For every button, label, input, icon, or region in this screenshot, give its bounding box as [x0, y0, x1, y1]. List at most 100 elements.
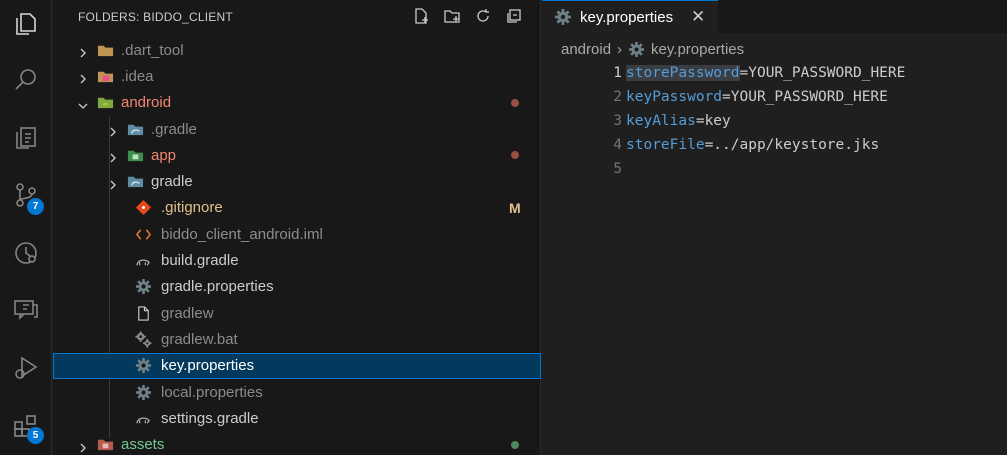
source-control-button[interactable]: 7 — [0, 171, 52, 219]
refresh-button[interactable] — [472, 5, 494, 27]
source-control-badge: 7 — [27, 198, 44, 215]
tree-folder-row[interactable]: android — [53, 90, 541, 116]
tree-file-row[interactable]: gradle.properties — [53, 274, 541, 300]
property-key: keyAlias — [626, 113, 696, 129]
property-key: storePassword — [626, 65, 740, 81]
collapse-all-button[interactable] — [503, 5, 525, 27]
chat-icon — [14, 300, 38, 320]
chevron-right-icon[interactable] — [78, 440, 88, 453]
explorer-icon — [16, 13, 36, 35]
property-key: storeFile — [626, 137, 705, 153]
modified-dot — [511, 98, 519, 107]
chevron-right-icon[interactable] — [78, 71, 88, 84]
tree-item-label: settings.gradle — [161, 409, 259, 427]
chat-button[interactable] — [0, 286, 52, 334]
idea-folder-icon — [96, 67, 114, 85]
tree-file-row[interactable]: gradlew — [53, 300, 541, 326]
assets-folder-icon — [96, 436, 114, 454]
property-key: keyPassword — [626, 89, 723, 105]
modified-dot — [511, 151, 519, 160]
gear-icon — [554, 8, 572, 26]
chevron-right-icon[interactable] — [108, 124, 118, 137]
new-folder-button[interactable] — [441, 5, 463, 27]
tree-file-row[interactable]: biddo_client_android.iml — [53, 221, 541, 247]
folder-icon — [96, 41, 114, 59]
tree-folder-row[interactable]: .dart_tool — [53, 37, 541, 63]
tree-file-row[interactable]: settings.gradle — [53, 405, 541, 431]
new-file-button[interactable] — [410, 5, 432, 27]
explorer-button[interactable] — [0, 0, 52, 48]
app-folder-icon — [126, 146, 144, 164]
timeline-icon — [15, 242, 37, 264]
gear-icon — [134, 357, 152, 375]
tab-close-button[interactable]: ✕ — [691, 7, 705, 27]
tree-folder-row[interactable]: gradle — [53, 168, 541, 194]
tab-label: key.properties — [580, 9, 674, 26]
new-file-icon — [415, 8, 428, 24]
tree-item-label: gradlew.bat — [161, 330, 238, 348]
android-folder-icon — [96, 94, 114, 112]
gears-icon — [134, 330, 152, 348]
run-debug-button[interactable] — [0, 344, 52, 392]
tree-item-label: .gitignore — [161, 199, 223, 217]
tree-item-label: app — [151, 146, 177, 164]
tree-folder-row[interactable]: assets — [53, 431, 541, 455]
extensions-badge: 5 — [27, 427, 44, 444]
timeline-button[interactable] — [0, 229, 52, 277]
gear-icon — [134, 383, 152, 401]
code-line[interactable]: 4 storeFile=../app/keystore.jks — [542, 134, 1007, 158]
file-tree: .dart_tool .idea android .gradle app gradle .g… — [53, 37, 541, 455]
tree-file-row[interactable]: .gitignore M — [53, 195, 541, 221]
chevron-right-icon[interactable] — [78, 45, 88, 58]
chevron-right-icon[interactable] — [108, 150, 118, 163]
chevron-down-icon[interactable] — [78, 98, 88, 109]
tree-item-label: .dart_tool — [121, 41, 184, 59]
tab-key-properties[interactable]: key.properties ✕ — [542, 0, 718, 33]
breadcrumb: android › key.properties — [561, 41, 744, 58]
tree-file-row[interactable]: local.properties — [53, 379, 541, 405]
code-line[interactable]: 2 keyPassword=YOUR_PASSWORD_HERE — [542, 86, 1007, 110]
tree-item-label: gradle.properties — [161, 278, 274, 296]
line-content: keyPassword=YOUR_PASSWORD_HERE — [626, 89, 888, 105]
refresh-icon — [477, 9, 489, 22]
code-line[interactable]: 1 storePassword=YOUR_PASSWORD_HERE — [542, 62, 1007, 86]
testing-button[interactable] — [0, 113, 52, 161]
run-debug-icon — [15, 356, 38, 379]
tree-item-label: biddo_client_android.iml — [161, 225, 323, 243]
testing-icon — [16, 127, 36, 149]
line-content: storePassword=YOUR_PASSWORD_HERE — [626, 65, 905, 81]
line-number: 3 — [613, 113, 622, 129]
tree-file-row[interactable]: key.properties — [53, 352, 541, 379]
gradle-icon — [134, 409, 152, 427]
tree-folder-row[interactable]: app — [53, 142, 541, 168]
property-value: =key — [695, 113, 731, 129]
property-value: =YOUR_PASSWORD_HERE — [739, 65, 906, 81]
code-editor[interactable]: 1 storePassword=YOUR_PASSWORD_HERE 2 keyPas… — [542, 62, 1007, 182]
tree-file-row[interactable]: build.gradle — [53, 247, 541, 273]
line-number: 5 — [613, 161, 622, 177]
code-line[interactable]: 5 — [542, 158, 1007, 182]
extensions-button[interactable]: 5 — [0, 402, 52, 450]
breadcrumb-file[interactable]: key.properties — [651, 41, 744, 58]
tree-file-row[interactable]: gradlew.bat — [53, 326, 541, 352]
tree-item-label: local.properties — [161, 383, 263, 401]
gradle-icon — [134, 252, 152, 270]
tree-folder-row[interactable]: .idea — [53, 63, 541, 89]
search-button[interactable] — [0, 56, 52, 104]
chevron-right-icon[interactable] — [108, 177, 118, 190]
activity-bar: 7 5 — [0, 0, 52, 455]
tree-item-label: gradle — [151, 173, 193, 191]
tree-item-label: assets — [121, 436, 165, 454]
property-value: =YOUR_PASSWORD_HERE — [722, 89, 888, 105]
modified-dot — [511, 440, 519, 449]
gear-icon — [628, 41, 645, 58]
tree-folder-row[interactable]: .gradle — [53, 116, 541, 142]
line-number: 4 — [613, 137, 622, 153]
tree-item-label: .idea — [121, 67, 154, 85]
line-content: storeFile=../app/keystore.jks — [626, 137, 879, 153]
explorer-header: FOLDERS: BIDDO_CLIENT — [53, 0, 541, 33]
breadcrumb-folder[interactable]: android — [561, 41, 611, 58]
explorer-title: FOLDERS: BIDDO_CLIENT — [78, 10, 233, 24]
code-line[interactable]: 3 keyAlias=key — [542, 110, 1007, 134]
tree-item-label: key.properties — [161, 357, 255, 375]
